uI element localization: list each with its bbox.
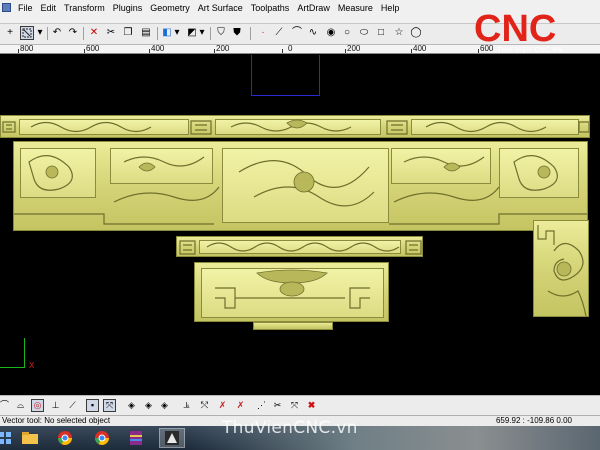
ruler-label: 600	[86, 45, 100, 53]
menu-items: File Edit Transform Plugins Geometry Art…	[14, 3, 403, 14]
snap-node-icon[interactable]: ▪	[86, 399, 99, 412]
diamond-icon[interactable]: ◈	[125, 399, 138, 412]
menu-measure[interactable]: Measure	[334, 3, 377, 14]
copy-icon[interactable]: ❐	[121, 26, 135, 40]
menu-toolpaths[interactable]: Toolpaths	[247, 3, 294, 14]
tangent-icon[interactable]: ⟋	[66, 399, 79, 412]
file-explorer-icon[interactable]	[17, 428, 43, 448]
menu-edit[interactable]: Edit	[37, 3, 61, 14]
artcam-icon[interactable]	[159, 428, 185, 448]
cut-icon[interactable]: ✂	[104, 26, 118, 40]
middle-frieze-motif	[179, 240, 422, 255]
paste-icon[interactable]: ▤	[139, 26, 153, 40]
star-icon[interactable]: ☆	[392, 26, 406, 40]
selection-outline	[251, 55, 320, 96]
split-icon[interactable]: ✗	[216, 399, 229, 412]
align-icon[interactable]: ⫡	[180, 399, 193, 412]
relief-lower-panel[interactable]	[194, 262, 389, 322]
circle-target-icon[interactable]: ◎	[31, 399, 44, 412]
axis-y-line	[24, 338, 25, 368]
rectangle-icon[interactable]: □	[374, 26, 388, 40]
menu-file[interactable]: File	[14, 3, 37, 14]
app-icon[interactable]	[2, 3, 11, 12]
dropdown-arrow-icon[interactable]: ▾	[36, 26, 44, 40]
diamond-dot-icon[interactable]: ◈	[158, 399, 171, 412]
logo-brand-text: CNC	[474, 8, 556, 50]
circle-icon[interactable]: ○	[340, 26, 354, 40]
polygon-icon[interactable]: ◯	[409, 26, 423, 40]
ellipse-icon[interactable]: ⬭	[357, 26, 371, 40]
winrar-icon[interactable]	[123, 428, 149, 448]
snap-active-icon[interactable]: ⤧	[103, 399, 116, 412]
menu-artdraw[interactable]: ArtDraw	[293, 3, 334, 14]
windows-start-icon[interactable]	[0, 428, 18, 448]
3d-viewport[interactable]: X	[0, 55, 600, 385]
relief-bottom-tab[interactable]	[253, 322, 333, 330]
ruler-label: 400	[413, 45, 427, 53]
vertex-icon[interactable]: ⋰	[255, 399, 268, 412]
bracket-motif	[537, 225, 587, 316]
arc-icon[interactable]: ⌒	[290, 26, 304, 40]
delete-icon[interactable]: ✕	[87, 26, 101, 40]
merge-icon[interactable]: ⤲	[198, 399, 211, 412]
menu-help[interactable]: Help	[377, 3, 404, 14]
line-icon[interactable]: ⟋	[272, 26, 286, 40]
join-icon[interactable]: ✗	[234, 399, 247, 412]
main-panel-motif	[14, 155, 587, 225]
chrome-alt-icon[interactable]	[89, 428, 115, 448]
close-red-icon[interactable]: ✖	[305, 399, 318, 412]
select-box-icon[interactable]	[20, 26, 34, 40]
menu-transform[interactable]: Transform	[60, 3, 109, 14]
cursor-coordinates: 659.92 : -109.86 0.00	[495, 416, 572, 425]
redo-icon[interactable]: ↷	[66, 26, 80, 40]
shield-icon[interactable]: ⛉	[214, 26, 228, 40]
undo-icon[interactable]: ↶	[50, 26, 64, 40]
circle-tool-icon[interactable]: ◉	[324, 26, 338, 40]
fillet-icon[interactable]: ⌓	[14, 399, 27, 412]
ruler-label: 800	[20, 45, 34, 53]
menu-geometry[interactable]: Geometry	[146, 3, 194, 14]
diamond-cross-icon[interactable]: ◈	[142, 399, 155, 412]
ruler-label: 200	[347, 45, 361, 53]
dropdown-arrow-icon[interactable]: ▾	[198, 26, 206, 40]
relief-top-frieze[interactable]	[0, 115, 590, 138]
curve-icon[interactable]: ∿	[306, 26, 320, 40]
dropdown-arrow-icon[interactable]: ▾	[173, 26, 181, 40]
status-text: Vector tool: No selected object	[2, 416, 111, 425]
relief-main-panel[interactable]	[13, 141, 588, 231]
bottom-toolbar: ⌒ ⌓ ◎ ⊥ ⟋ ▪ ⤧ ◈ ◈ ◈ ⫡ ⤲ ✗ ✗ ⋰ ✂ ⤧ ✖	[0, 395, 600, 415]
menu-plugins[interactable]: Plugins	[109, 3, 147, 14]
shield-filled-icon[interactable]: ⛊	[230, 26, 244, 40]
scissor-icon[interactable]: ✂	[271, 399, 284, 412]
color-icon[interactable]: ◩	[185, 26, 199, 40]
lower-panel-motif	[215, 269, 370, 309]
node-icon[interactable]: ·	[256, 26, 270, 40]
layer-icon[interactable]: ◧	[160, 26, 174, 40]
ruler-label: 0	[288, 45, 293, 53]
axis-x-label: X	[29, 361, 35, 370]
frieze-motif	[2, 119, 589, 135]
ruler-label: 400	[151, 45, 165, 53]
logo-tagline: THƯ VIỆN CNC.VN	[497, 47, 563, 54]
chrome-icon[interactable]	[52, 428, 78, 448]
axis-x-line	[0, 367, 24, 368]
arc-tool-icon[interactable]: ⌒	[0, 399, 11, 412]
menu-art-surface[interactable]: Art Surface	[194, 3, 247, 14]
plus-icon[interactable]: +	[3, 26, 17, 40]
relief-corner-bracket[interactable]	[533, 220, 589, 317]
watermark-text: ThuVienCNC.vn	[222, 418, 358, 438]
ruler-label: 200	[216, 45, 230, 53]
node-edit-icon[interactable]: ⤧	[288, 399, 301, 412]
relief-middle-frieze[interactable]	[176, 236, 423, 257]
perpendicular-icon[interactable]: ⊥	[49, 399, 62, 412]
